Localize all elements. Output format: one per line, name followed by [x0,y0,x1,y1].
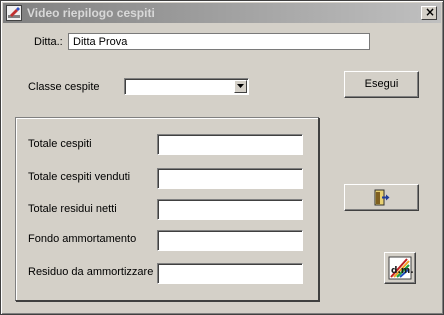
main-window: Video riepilogo cespiti × Ditta.: Ditta … [0,0,444,315]
close-icon: × [425,5,436,19]
residuo-label: Residuo da ammortizzare [28,266,154,278]
totale-residui-field[interactable] [157,199,303,220]
app-icon [6,5,22,21]
esegui-button[interactable]: Esegui [344,71,419,98]
esegui-button-label: Esegui [364,78,399,90]
totale-venduti-label: Totale cespiti venduti [28,171,131,183]
classe-cespite-label: Classe cespite [28,81,100,93]
window-title: Video riepilogo cespiti [27,6,155,20]
exit-button[interactable] [344,184,419,211]
totale-cespiti-field[interactable] [157,134,303,155]
dm-logo-text: d.m. [391,266,414,276]
totale-residui-label: Totale residui netti [28,203,117,215]
exit-door-icon [373,189,391,209]
dm-logo-icon: d.m. [388,256,414,280]
totale-cespiti-label: Totale cespiti [28,138,92,150]
fondo-ammortamento-field[interactable] [157,230,303,251]
close-button[interactable]: × [421,5,437,20]
ditta-field[interactable]: Ditta Prova [68,33,370,50]
chevron-down-icon[interactable] [234,80,247,93]
ditta-value: Ditta Prova [73,36,128,48]
dm-logo-button[interactable]: d.m. [384,252,416,284]
fondo-ammortamento-label: Fondo ammortamento [28,233,137,245]
title-bar[interactable]: Video riepilogo cespiti × [3,3,441,23]
ditta-label: Ditta.: [34,36,63,48]
residuo-field[interactable] [157,263,303,284]
classe-cespite-select[interactable] [124,78,249,95]
totale-venduti-field[interactable] [157,168,303,189]
